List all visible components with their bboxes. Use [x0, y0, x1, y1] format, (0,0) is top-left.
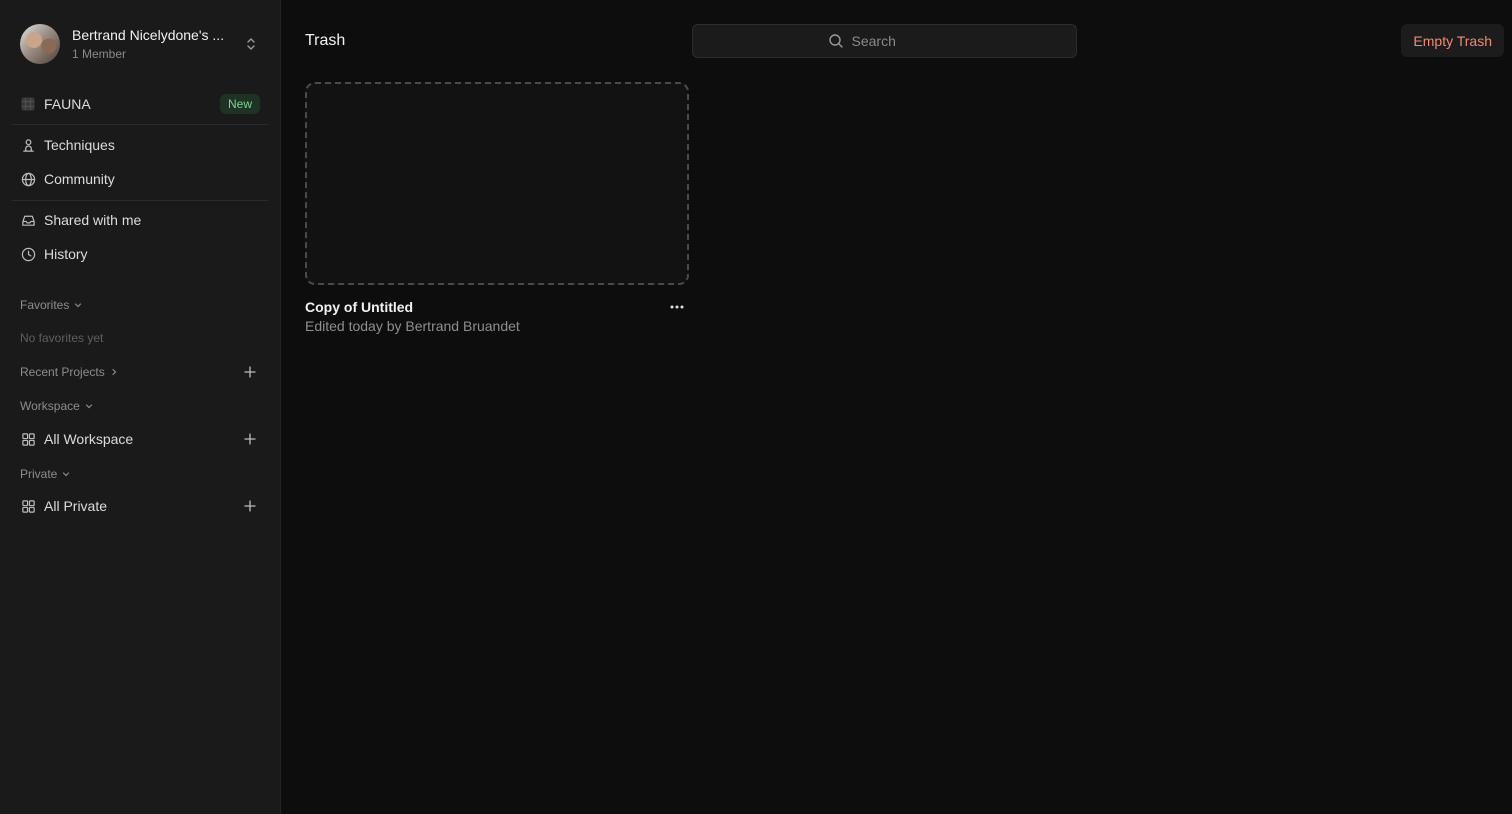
grid-icon: [20, 431, 36, 447]
workspace-switcher[interactable]: Bertrand Nicelydone's ... 1 Member: [20, 24, 260, 64]
workspace-avatar: [20, 24, 60, 64]
chevron-down-icon: [73, 300, 83, 310]
workspace-info: Bertrand Nicelydone's ... 1 Member: [72, 26, 234, 62]
sidebar-item-label: Shared with me: [44, 212, 142, 228]
recent-projects-label: Recent Projects: [20, 365, 105, 379]
sidebar-item-label: History: [44, 246, 88, 262]
search-input[interactable]: [851, 33, 942, 49]
page-title: Trash: [305, 32, 346, 49]
grid-board-icon: [20, 96, 36, 112]
search-bar[interactable]: [692, 24, 1077, 58]
sidebar-item-label: All Workspace: [44, 431, 134, 447]
grid-icon: [20, 498, 36, 514]
sidebar-item-fauna[interactable]: FAUNA New: [12, 89, 268, 119]
sidebar-item-label: Community: [44, 171, 115, 187]
sidebar-item-techniques[interactable]: Techniques: [12, 130, 268, 160]
sidebar-item-label: FAUNA: [44, 96, 91, 112]
clock-icon: [20, 246, 36, 262]
sidebar-item-history[interactable]: History: [12, 239, 268, 269]
search-icon: [828, 33, 844, 49]
workspace-section-toggle[interactable]: Workspace: [20, 398, 94, 414]
add-private-project-button[interactable]: [242, 498, 258, 514]
sidebar-item-label: All Private: [44, 498, 108, 514]
project-thumbnail[interactable]: [305, 82, 689, 285]
sidebar: Bertrand Nicelydone's ... 1 Member FAUNA…: [0, 0, 281, 814]
main-content: Trash Empty Trash Copy of Untitled Edite…: [281, 0, 1512, 814]
sidebar-item-shared[interactable]: Shared with me: [12, 205, 268, 235]
inbox-icon: [20, 212, 36, 228]
more-options-icon[interactable]: [666, 298, 688, 316]
workspace-section-label: Workspace: [20, 399, 80, 413]
new-badge: New: [219, 94, 260, 114]
empty-trash-button[interactable]: Empty Trash: [1401, 24, 1504, 57]
recent-projects-toggle[interactable]: Recent Projects: [20, 364, 119, 380]
sidebar-divider: [12, 200, 268, 201]
sidebar-item-all-private[interactable]: All Private: [12, 491, 268, 521]
sidebar-item-all-workspace[interactable]: All Workspace: [12, 424, 268, 454]
globe-icon: [20, 171, 36, 187]
project-edited-info: Edited today by Bertrand Bruandet: [305, 318, 520, 334]
chevron-up-down-icon[interactable]: [242, 35, 260, 53]
private-section-toggle[interactable]: Private: [20, 466, 71, 482]
sidebar-item-label: Techniques: [44, 137, 115, 153]
sidebar-item-community[interactable]: Community: [12, 164, 268, 194]
chevron-down-icon: [61, 469, 71, 479]
person-stand-icon: [20, 137, 36, 153]
favorites-label: Favorites: [20, 298, 70, 312]
chevron-right-icon: [109, 367, 119, 377]
workspace-member-count: 1 Member: [72, 47, 127, 61]
add-recent-project-button[interactable]: [242, 364, 258, 380]
sidebar-divider: [12, 124, 268, 125]
chevron-down-icon: [84, 401, 94, 411]
add-workspace-project-button[interactable]: [242, 431, 258, 447]
private-section-label: Private: [20, 467, 58, 481]
favorites-section-toggle[interactable]: Favorites: [20, 297, 83, 313]
workspace-name: Bertrand Nicelydone's ...: [72, 27, 225, 43]
favorites-empty-text: No favorites yet: [20, 331, 104, 345]
project-title[interactable]: Copy of Untitled: [305, 299, 413, 315]
